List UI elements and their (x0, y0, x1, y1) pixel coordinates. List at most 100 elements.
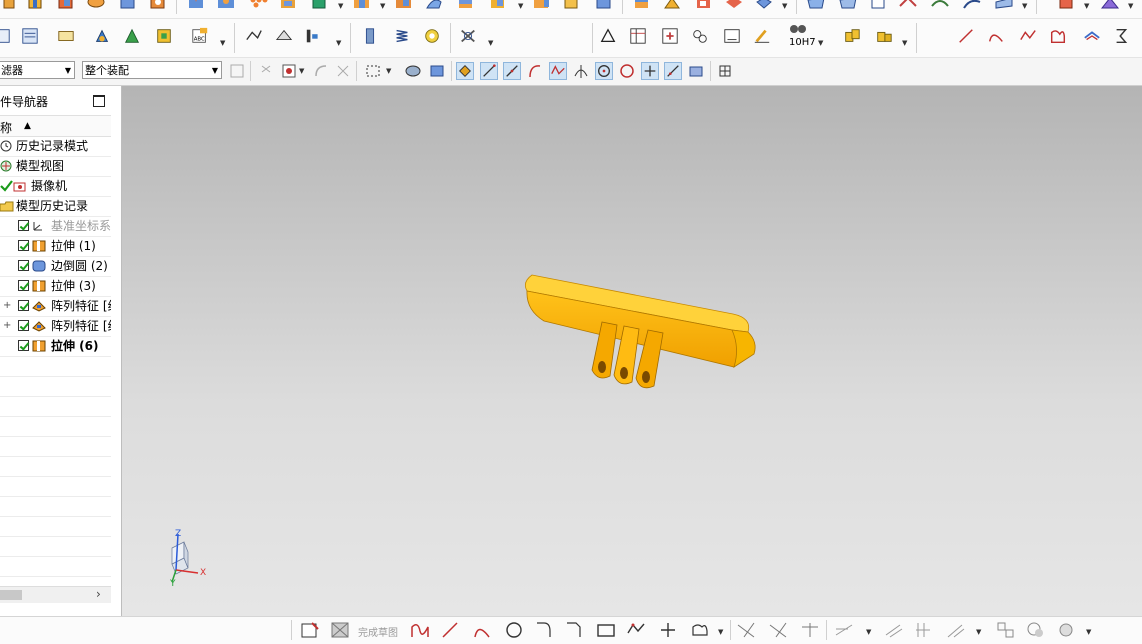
hole-icon[interactable] (186, 0, 206, 14)
dropdown-arrow[interactable]: ▼ (782, 2, 787, 10)
pattern-curve-icon[interactable] (1112, 27, 1132, 45)
chevron-right-icon[interactable]: › (96, 587, 101, 601)
surface-analysis-icon[interactable] (244, 27, 264, 45)
feature-selection-icon[interactable] (280, 62, 298, 80)
dimension-icon[interactable] (752, 27, 772, 45)
sweep-icon[interactable] (424, 0, 444, 14)
dropdown-arrow[interactable]: ▼ (1128, 2, 1133, 10)
visibility-checkbox[interactable] (18, 220, 29, 231)
block-icon[interactable] (56, 0, 76, 14)
surface-icon[interactable] (806, 0, 826, 14)
thicken-icon[interactable] (456, 0, 476, 14)
dropdown-arrow[interactable]: ▼ (1086, 628, 1091, 636)
select-arc-icon[interactable] (312, 62, 330, 80)
assembly-constraint-icon[interactable] (1056, 0, 1076, 14)
profile-sketch-icon[interactable] (410, 621, 430, 639)
synchronous-icon[interactable] (632, 0, 652, 14)
scrollbar-thumb[interactable] (0, 590, 22, 600)
profile-icon[interactable] (1048, 27, 1068, 45)
part-model[interactable] (524, 274, 756, 389)
snap-on-curve-icon[interactable] (664, 62, 682, 80)
through-curves-icon[interactable] (868, 0, 888, 14)
mirror-icon[interactable] (278, 0, 298, 14)
n-sided-icon[interactable] (930, 0, 950, 14)
select-body-icon[interactable] (428, 62, 446, 80)
snap-midpoint-icon[interactable] (503, 62, 521, 80)
sketch-polygon-icon[interactable] (626, 621, 646, 639)
move-component-icon[interactable] (92, 27, 112, 45)
snap-quadrant-icon[interactable] (618, 62, 636, 80)
dropdown-arrow[interactable]: ▼ (818, 39, 823, 47)
sketch-rectangle-icon[interactable] (596, 621, 616, 639)
bolt-icon[interactable] (360, 27, 380, 45)
sketch-arc-icon[interactable] (472, 621, 492, 639)
grid-icon[interactable] (716, 62, 734, 80)
tree-item-pattern-feature-1[interactable]: + 阵列特征 [线 (0, 296, 111, 317)
dropdown-arrow[interactable]: ▼ (488, 39, 493, 47)
snap-endpoint-icon[interactable] (456, 62, 474, 80)
cone-icon[interactable] (118, 0, 138, 14)
line-icon[interactable] (956, 27, 976, 45)
finish-sketch-icon[interactable] (330, 621, 350, 639)
tolerance-icon[interactable] (788, 22, 808, 36)
horizontal-scrollbar[interactable]: › (0, 586, 111, 603)
column-header[interactable]: 称 ▲ (0, 115, 111, 137)
dropdown-arrow[interactable]: ▼ (976, 628, 981, 636)
spring-icon[interactable] (392, 27, 412, 45)
dropdown-arrow[interactable]: ▼ (386, 67, 391, 75)
scale-body-icon[interactable] (488, 0, 508, 14)
tolerance-label[interactable]: 10H7 (789, 37, 816, 48)
dropdown-arrow[interactable]: ▼ (336, 39, 341, 47)
layer-settings-icon[interactable] (20, 27, 40, 45)
visibility-checkbox[interactable] (18, 260, 29, 271)
chamfer-icon[interactable] (562, 0, 582, 14)
trim-body-icon[interactable] (352, 0, 372, 14)
select-lasso-icon[interactable] (334, 62, 352, 80)
sketch-spline-icon[interactable] (690, 621, 710, 639)
draft-icon[interactable] (532, 0, 552, 14)
pull-face-icon[interactable] (694, 0, 714, 14)
finish-sketch-label[interactable]: 完成草图 (358, 624, 398, 639)
sketch-point-icon[interactable] (658, 621, 678, 639)
convert-reference-icon[interactable] (996, 621, 1016, 639)
snap-curve-icon[interactable] (526, 62, 544, 80)
auto-constrain-icon[interactable] (946, 621, 966, 639)
ruled-surface-icon[interactable] (838, 0, 858, 14)
table-icon[interactable] (628, 27, 648, 45)
snap-on-face-icon[interactable] (687, 62, 705, 80)
geometric-constraint-icon[interactable] (884, 621, 904, 639)
dropdown-arrow[interactable]: ▼ (1084, 2, 1089, 10)
replace-face-icon[interactable] (594, 0, 614, 14)
dropdown-arrow[interactable]: ▼ (902, 39, 907, 47)
tree-item-extrude-3[interactable]: 拉伸 (3) (0, 276, 111, 297)
snap-line-icon[interactable] (480, 62, 498, 80)
swept-surface-icon[interactable] (898, 0, 918, 14)
tree-item-datum-csys[interactable]: 基准坐标系 (0, 216, 111, 237)
quick-trim-icon[interactable] (736, 621, 756, 639)
alternate-solution-icon[interactable] (1026, 621, 1046, 639)
arc-icon[interactable] (986, 27, 1006, 45)
tree-item-history-mode[interactable]: 历史记录模式 (0, 136, 111, 157)
polyline-icon[interactable] (1018, 27, 1038, 45)
boss-icon[interactable] (216, 0, 236, 14)
delete-face-icon[interactable] (754, 0, 774, 14)
move-face-icon[interactable] (662, 0, 682, 14)
constraint-icon[interactable] (122, 27, 142, 45)
quick-extend-icon[interactable] (768, 621, 788, 639)
tree-item-extrude-6[interactable]: 拉伸 (6) (0, 336, 111, 357)
snap-intersection-icon[interactable] (572, 62, 590, 80)
balloon-icon[interactable] (690, 27, 710, 45)
selection-scope-icon[interactable] (228, 62, 246, 80)
visibility-checkbox[interactable] (18, 280, 29, 291)
dropdown-arrow[interactable]: ▼ (220, 39, 225, 47)
parts-list-icon[interactable] (660, 27, 680, 45)
graphics-window[interactable]: Z X Y (122, 86, 1142, 616)
snap-point-icon[interactable] (641, 62, 659, 80)
component-icon[interactable] (842, 27, 862, 45)
tree-item-model-history[interactable]: 模型历史记录 (0, 196, 111, 217)
explode-view-icon[interactable] (154, 27, 174, 45)
dropdown-arrow[interactable]: ▼ (1022, 2, 1027, 10)
note-icon[interactable] (56, 27, 76, 45)
sketch-dimension-icon[interactable] (834, 621, 854, 639)
tree-item-pattern-feature-2[interactable]: + 阵列特征 [线 (0, 316, 111, 337)
